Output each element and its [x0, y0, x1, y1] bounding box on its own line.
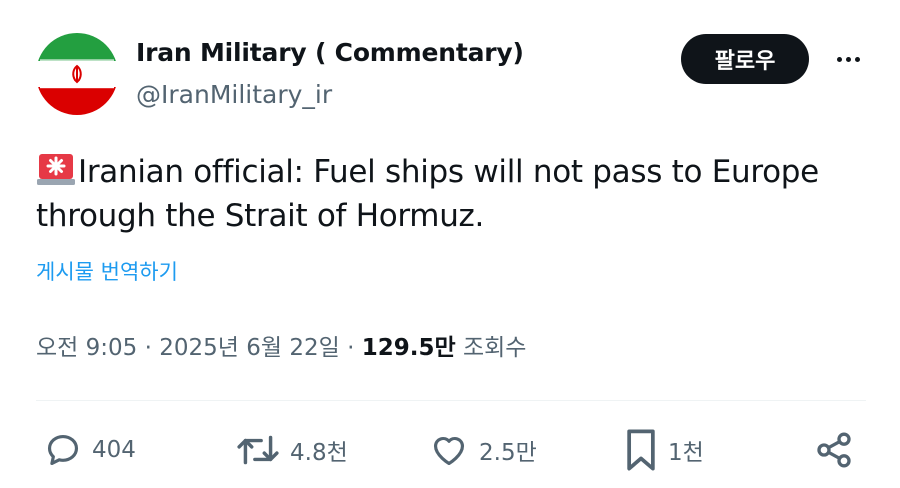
tweet-text: Iranian official: Fuel ships will not pa… [36, 154, 819, 234]
share-icon [817, 432, 851, 468]
rotating-light-siren-icon [37, 154, 75, 185]
views-count: 129.5만 [361, 335, 456, 361]
author-handle[interactable]: @IranMilitary_ir [136, 80, 332, 109]
heart-icon [433, 436, 465, 466]
retweet-button[interactable]: 4.8천 [236, 426, 348, 474]
action-bar: 404 4.8천 2.5만 1천 [36, 426, 866, 474]
translate-post-link[interactable]: 게시물 번역하기 [36, 256, 178, 286]
tweet-body: Iranian official: Fuel ships will not pa… [36, 150, 866, 238]
like-button[interactable]: 2.5만 [429, 426, 537, 474]
meta-separator: · [339, 335, 362, 361]
divider [36, 400, 866, 401]
reply-button[interactable]: 404 [44, 426, 136, 474]
author-display-name[interactable]: Iran Military ( Commentary) [136, 38, 524, 67]
reply-icon [47, 434, 79, 466]
views-label: 조회수 [462, 335, 527, 361]
bookmark-icon [627, 429, 655, 471]
meta-separator: · [137, 335, 160, 361]
more-options-button[interactable] [828, 44, 868, 74]
bookmark-count: 1천 [668, 440, 704, 466]
bookmark-button[interactable]: 1천 [624, 426, 704, 474]
tweet-time[interactable]: 오전 9:05 [36, 335, 137, 361]
tweet-meta: 오전 9:05 · 2025년 6월 22일 · 129.5만 조회수 [36, 328, 526, 362]
like-count: 2.5만 [479, 440, 537, 466]
more-dots-icon [836, 56, 842, 62]
retweet-count: 4.8천 [290, 440, 348, 466]
share-button[interactable] [814, 426, 854, 474]
avatar[interactable] [36, 33, 118, 115]
follow-button[interactable]: 팔로우 [681, 34, 809, 84]
reply-count: 404 [92, 437, 136, 463]
iran-flag-avatar-icon [36, 33, 118, 115]
retweet-icon [237, 435, 279, 465]
tweet-date[interactable]: 2025년 6월 22일 [159, 335, 340, 361]
